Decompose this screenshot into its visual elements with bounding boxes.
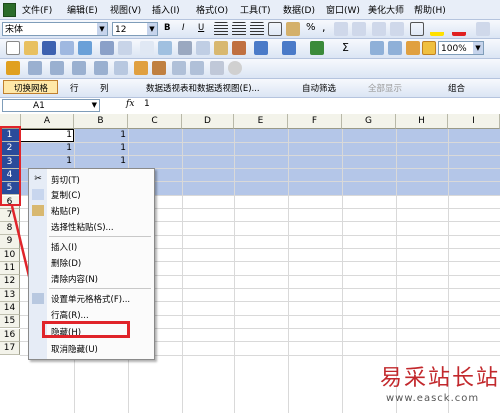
watermark-url: www.easck.com (386, 393, 480, 404)
menu-separator (49, 236, 151, 237)
menu-separator (49, 288, 151, 289)
menu-item-row-height[interactable]: 行高(R)... (51, 309, 89, 321)
menu-item-format-cells[interactable]: 设置单元格格式(F)... (51, 293, 130, 305)
copy-icon (32, 189, 44, 200)
menu-item-copy[interactable]: 复制(C) (51, 189, 81, 201)
menu-item-unhide[interactable]: 取消隐藏(U) (51, 343, 98, 355)
watermark-title: 易采站长站 (380, 366, 500, 391)
menu-item-delete[interactable]: 删除(D) (51, 257, 81, 269)
menu-item-clear[interactable]: 清除内容(N) (51, 273, 98, 285)
format-cells-icon (32, 293, 44, 304)
scissors-icon: ✂ (34, 174, 42, 184)
menu-item-insert[interactable]: 插入(I) (51, 241, 77, 253)
menu-item-paste[interactable]: 粘贴(P) (51, 205, 80, 217)
paste-icon (32, 205, 44, 216)
highlight-hide-item (42, 321, 130, 338)
menu-item-paste-special[interactable]: 选择性粘贴(S)... (51, 221, 114, 233)
menu-item-cut[interactable]: 剪切(T) (51, 174, 80, 186)
